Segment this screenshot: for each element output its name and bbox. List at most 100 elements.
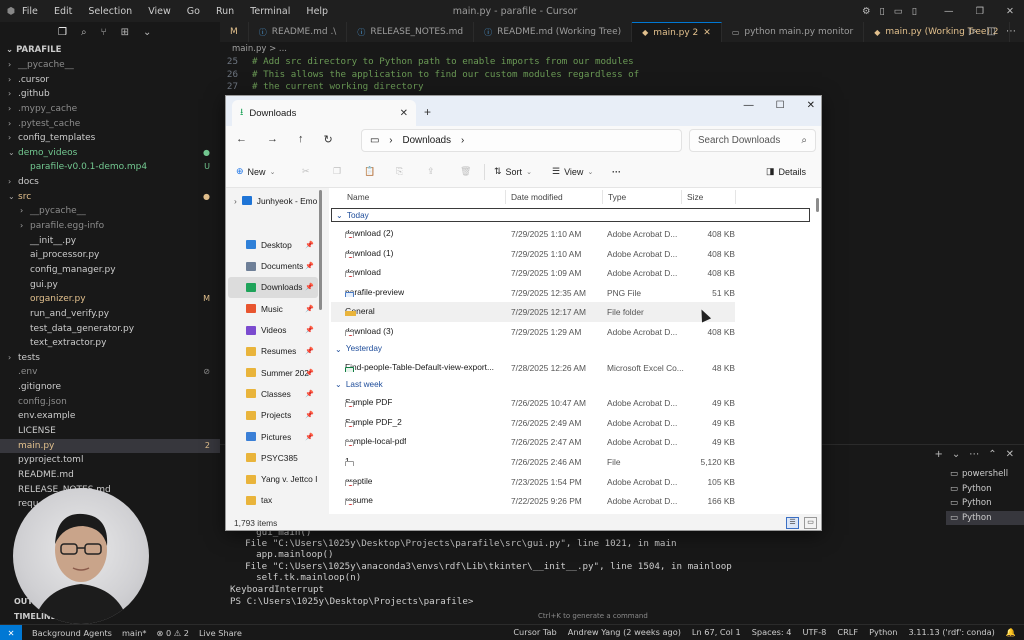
file-row[interactable]: download 7/29/2025 1:09 AM Adobe Acrobat D… (331, 263, 735, 283)
tab-downloads[interactable]: ⭳ Downloads ✕ (232, 100, 416, 126)
close-icon[interactable]: ✕ (807, 100, 815, 111)
source-control-icon[interactable]: ⑂ (101, 27, 107, 38)
run-icon[interactable]: ▷ (969, 26, 977, 37)
tree-item[interactable]: main.py 2 (0, 438, 220, 454)
tree-item[interactable]: env.example (0, 409, 220, 424)
file-row[interactable]: 17/26/2025 2:46 AMFile5,120 KB (331, 452, 735, 472)
tree-item[interactable]: › .mypy_cache (0, 102, 220, 117)
new-terminal-icon[interactable]: + (934, 449, 942, 460)
tree-item[interactable]: › tests (0, 351, 220, 366)
paste-icon[interactable]: 📋 (364, 166, 375, 177)
menu-view[interactable]: View (148, 6, 171, 17)
maximize-icon[interactable]: ☐ (776, 100, 785, 111)
nav-item[interactable]: Music 📌 (228, 298, 318, 319)
terminal-session[interactable]: ▭ Python (946, 482, 1024, 497)
tab-release-notes[interactable]: ⓘ RELEASE_NOTES.md (347, 22, 475, 42)
sort-button[interactable]: ⇅ Sort ⌄ (494, 166, 532, 177)
share-icon[interactable]: ⇪ (427, 166, 435, 177)
search-icon[interactable]: ⌕ (81, 27, 87, 38)
tree-item[interactable]: › .cursor (0, 73, 220, 88)
menu-terminal[interactable]: Terminal (250, 6, 290, 17)
tab-readme-working-tree[interactable]: ⓘ README.md (Working Tree) (474, 22, 633, 42)
tree-item[interactable]: .gitignore (0, 380, 220, 395)
restore-icon[interactable]: ❐ (976, 6, 985, 17)
tree-item[interactable]: › .pytest_cache (0, 117, 220, 132)
menu-run[interactable]: Run (216, 6, 234, 17)
nav-item[interactable]: Videos 📌 (228, 320, 318, 341)
tree-item[interactable]: ⌄ demo_videos ● (0, 146, 220, 161)
tree-item[interactable]: › __pycache__ (0, 58, 220, 73)
tab-readme[interactable]: ⓘ README.md .\ (249, 22, 348, 42)
live-share[interactable]: Live Share (199, 628, 242, 638)
tree-item[interactable]: LICENSE (0, 424, 220, 439)
rename-icon[interactable]: ⎘ (396, 166, 403, 177)
line-endings[interactable]: CRLF (837, 627, 858, 638)
terminal-session[interactable]: ▭ Python (946, 510, 1024, 525)
breadcrumb-downloads[interactable]: Downloads (403, 135, 451, 146)
nav-item[interactable]: › Junhyeok - Emo (228, 190, 318, 211)
chevron-down-icon[interactable]: ⌄ (952, 449, 960, 460)
notifications-icon[interactable]: 🔔 (1006, 627, 1016, 638)
nav-item[interactable]: Resumes 📌 (228, 341, 318, 362)
back-icon[interactable]: ← (236, 133, 247, 146)
up-icon[interactable]: ↑ (298, 133, 304, 146)
toggle-secondary-sidebar-icon[interactable]: ▯ (912, 6, 917, 17)
menu-edit[interactable]: Edit (54, 6, 72, 17)
indentation[interactable]: Spaces: 4 (752, 627, 792, 638)
copy-icon[interactable]: ❐ (333, 166, 341, 177)
python-interpreter[interactable]: 3.11.13 ('rdf': conda) (908, 627, 994, 638)
delete-icon[interactable]: 🗑 (460, 166, 471, 177)
remote-icon[interactable]: ✕ (0, 624, 22, 640)
nav-item[interactable]: Yang v. Jettco In (228, 469, 318, 490)
tab-python-monitor[interactable]: ▭ python main.py monitor (722, 22, 865, 42)
pin-icon[interactable]: 📌 (305, 390, 314, 398)
terminal-prompt[interactable]: PS C:\Users\1025y\Desktop\Projects\paraf… (230, 596, 479, 609)
nav-scrollbar[interactable] (319, 190, 322, 310)
problems-indicator[interactable]: ⊗ 0 ⚠ 2 (157, 628, 189, 638)
menu-file[interactable]: File (22, 6, 38, 17)
nav-item[interactable]: Summer 202 📌 (228, 362, 318, 383)
pin-icon[interactable]: 📌 (305, 326, 314, 334)
nav-item[interactable]: Pictures 📌 (228, 426, 318, 447)
terminal-session[interactable]: ▭ powershell (946, 467, 1024, 482)
close-icon[interactable]: ✕ (1006, 6, 1014, 17)
tree-item[interactable]: organizer.py M (0, 292, 220, 307)
file-list-scrollbar[interactable] (816, 198, 819, 212)
nav-item[interactable]: Classes 📌 (228, 383, 318, 404)
tree-item[interactable]: pyproject.toml (0, 453, 220, 468)
view-button[interactable]: ☰ View ⌄ (552, 166, 593, 177)
pin-icon[interactable]: 📌 (305, 433, 314, 441)
file-row[interactable]: Find-people-Table-Default-view-export...… (331, 358, 735, 378)
tree-item[interactable]: › config_templates (0, 131, 220, 146)
tab-m[interactable]: M (220, 22, 249, 42)
tree-item[interactable]: ai_processor.py (0, 248, 220, 263)
group-header[interactable]: ⌄ Yesterday (335, 342, 382, 356)
git-blame[interactable]: Andrew Yang (2 weeks ago) (568, 627, 681, 638)
extensions-icon[interactable]: ⊞ (121, 27, 129, 38)
language-mode[interactable]: Python (869, 627, 897, 638)
breadcrumb[interactable]: main.py > ... (220, 42, 1024, 56)
toggle-sidebar-icon[interactable]: ▯ (880, 6, 885, 17)
new-button[interactable]: ⊕ New ⌄ (236, 166, 275, 177)
tree-item[interactable]: ⌄ src ● (0, 190, 220, 205)
tree-item[interactable]: gui.py (0, 278, 220, 293)
tree-item[interactable]: config_manager.py (0, 263, 220, 278)
group-header[interactable]: ⌄ Today (331, 208, 810, 222)
forward-icon[interactable]: → (267, 133, 278, 146)
file-row[interactable]: download (2) 7/29/2025 1:10 AM Adobe Acrob… (331, 224, 735, 244)
column-type[interactable]: Type (608, 192, 626, 202)
workspace-root[interactable]: ⌄ PARAFILE (0, 42, 220, 58)
file-row[interactable]: parafile-preview 7/29/2025 12:35 AM PNG Fi… (331, 283, 735, 303)
details-view-icon[interactable]: ☰ (786, 517, 799, 529)
nav-item[interactable]: Desktop 📌 (228, 234, 318, 255)
tree-item[interactable]: › docs (0, 175, 220, 190)
pin-icon[interactable]: 📌 (305, 283, 314, 291)
tree-item[interactable]: __init__.py (0, 234, 220, 249)
refresh-icon[interactable]: ↻ (324, 133, 333, 146)
tree-item[interactable]: parafile-v0.0.1-demo.mp4 U (0, 160, 220, 175)
customize-layout-icon[interactable]: ⚙ (862, 6, 871, 17)
file-row[interactable]: Sample PDF_2 7/26/2025 2:49 AM Adobe Acrob… (331, 413, 735, 433)
nav-item[interactable]: PSYC385 (228, 447, 318, 468)
tree-item[interactable]: text_extractor.py (0, 336, 220, 351)
background-agents[interactable]: Background Agents (32, 628, 112, 638)
